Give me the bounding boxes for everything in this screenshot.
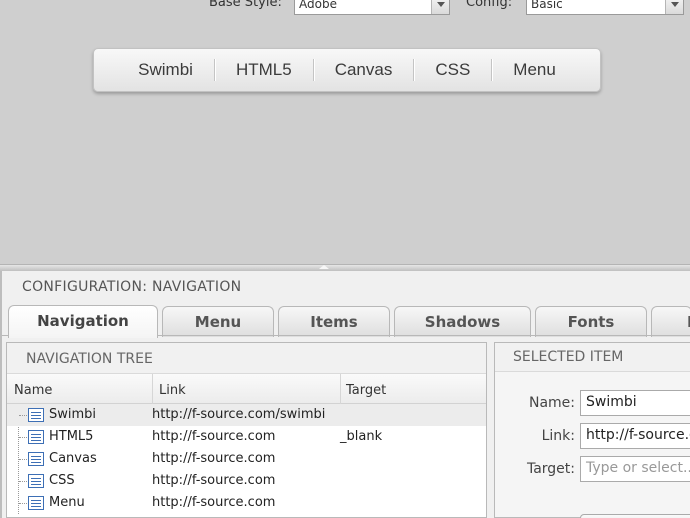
config-label: Config:: [466, 0, 513, 10]
tab-navigation[interactable]: Navigation: [8, 305, 158, 338]
column-header-target[interactable]: Target: [346, 383, 386, 398]
preview-nav-item-css[interactable]: CSS: [414, 60, 491, 80]
configuration-title: CONFIGURATION: NAVIGATION: [22, 279, 242, 295]
column-header-name[interactable]: Name: [14, 383, 52, 398]
row-name: Swimbi: [49, 407, 97, 422]
row-target: _blank: [340, 429, 383, 444]
preview-nav-item-swimbi[interactable]: Swimbi: [117, 60, 214, 80]
tab-fonts[interactable]: Fonts: [535, 306, 647, 337]
tab-menu[interactable]: Menu: [162, 306, 274, 337]
tree-connector: [19, 481, 27, 482]
column-divider[interactable]: [152, 374, 153, 404]
name-input[interactable]: Swimbi: [580, 390, 690, 416]
column-header-link[interactable]: Link: [159, 383, 186, 398]
row-link: http://f-source.com: [152, 451, 276, 466]
preview-nav-item-canvas[interactable]: Canvas: [314, 60, 414, 80]
config-select[interactable]: Basic: [526, 0, 684, 15]
config-tabs: Navigation Menu Items Shadows Fonts P: [6, 305, 690, 338]
menu-item-icon: [28, 496, 44, 510]
style-config-bar: Base Style: Adobe Config: Basic: [0, 0, 690, 16]
menu-item-icon: [28, 474, 44, 488]
column-divider[interactable]: [340, 374, 341, 404]
menu-item-icon: [28, 452, 44, 466]
preview-navigation-bar: Swimbi HTML5 Canvas CSS Menu: [93, 48, 601, 92]
menu-item-icon: [28, 408, 44, 422]
row-link: http://f-source.com/swimbi: [152, 407, 326, 422]
config-value: Basic: [531, 0, 563, 11]
tree-row[interactable]: Swimbi http://f-source.com/swimbi: [7, 404, 486, 426]
tab-shadows[interactable]: Shadows: [394, 306, 531, 337]
tree-rows: Swimbi http://f-source.com/swimbi HTML5 …: [7, 404, 486, 514]
target-field-row: Target: Type or select...: [495, 456, 690, 482]
link-input[interactable]: http://f-source.com/swimbi: [580, 423, 690, 449]
target-label: Target:: [526, 461, 575, 477]
chevron-down-icon[interactable]: [431, 0, 449, 14]
name-label: Name:: [528, 395, 575, 411]
tree-connector: [19, 437, 27, 438]
row-name: Menu: [49, 495, 85, 510]
collapse-arrow-icon[interactable]: [319, 265, 329, 269]
tree-row[interactable]: CSS http://f-source.com: [7, 470, 486, 492]
configuration-panel: CONFIGURATION: NAVIGATION Navigation Men…: [0, 271, 690, 518]
apply-button[interactable]: [580, 514, 690, 518]
row-link: http://f-source.com: [152, 429, 276, 444]
preview-nav-item-html5[interactable]: HTML5: [215, 60, 313, 80]
navigation-tree-panel: NAVIGATION TREE Name Link Target Swimbi …: [6, 342, 487, 518]
target-combo-input[interactable]: Type or select...: [580, 456, 690, 482]
selected-item-title: SELECTED ITEM: [495, 343, 690, 372]
tree-column-headers: Name Link Target: [7, 374, 486, 404]
link-field-row: Link: http://f-source.com/swimbi: [495, 423, 690, 449]
base-style-value: Adobe: [299, 0, 337, 11]
tab-items[interactable]: Items: [278, 306, 390, 337]
name-field-row: Name: Swimbi: [495, 390, 690, 416]
tree-connector: [19, 503, 27, 504]
row-link: http://f-source.com: [152, 495, 276, 510]
row-link: http://f-source.com: [152, 473, 276, 488]
selected-item-panel: SELECTED ITEM Name: Swimbi Link: http://…: [494, 342, 690, 518]
navigation-tree-title: NAVIGATION TREE: [7, 343, 486, 374]
tab-partial[interactable]: P: [651, 306, 690, 337]
chevron-down-icon[interactable]: [665, 0, 683, 14]
tree-connector: [19, 459, 27, 460]
row-name: Canvas: [49, 451, 97, 466]
row-name: CSS: [49, 473, 75, 488]
link-label: Link:: [541, 428, 575, 444]
tree-row[interactable]: HTML5 http://f-source.com _blank: [7, 426, 486, 448]
tree-row[interactable]: Menu http://f-source.com: [7, 492, 486, 514]
base-style-select[interactable]: Adobe: [294, 0, 450, 15]
base-style-label: Base Style:: [209, 0, 282, 10]
row-name: HTML5: [49, 429, 94, 444]
menu-item-icon: [28, 430, 44, 444]
panel-splitter[interactable]: [0, 264, 690, 271]
tree-connector: [19, 415, 27, 416]
tree-row[interactable]: Canvas http://f-source.com: [7, 448, 486, 470]
preview-nav-item-menu[interactable]: Menu: [492, 60, 577, 80]
